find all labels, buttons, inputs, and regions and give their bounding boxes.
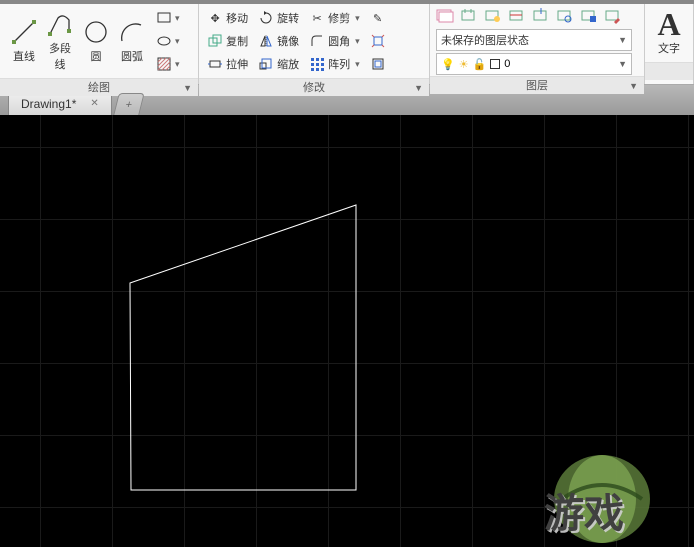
polyline-icon xyxy=(46,10,74,38)
panel-text-title[interactable] xyxy=(645,62,693,80)
layer-tool-8[interactable] xyxy=(602,6,624,26)
ellipse-icon xyxy=(156,33,172,49)
canvas-grid xyxy=(0,115,694,547)
tool-array[interactable]: 阵列▾ xyxy=(307,54,362,74)
close-icon[interactable]: ✕ xyxy=(90,98,98,109)
tool-ellipse[interactable]: ▾ xyxy=(154,31,182,51)
chevron-down-icon: ▼ xyxy=(183,79,192,97)
tool-modify-ext2[interactable] xyxy=(368,31,388,51)
stretch-icon xyxy=(207,56,223,72)
layer-properties-button[interactable] xyxy=(434,6,456,26)
pencil-icon: ✎ xyxy=(370,10,386,26)
circle-icon xyxy=(82,18,110,46)
new-tab-button[interactable]: + xyxy=(113,93,144,115)
layer-tool-7[interactable] xyxy=(578,6,600,26)
array-icon xyxy=(309,56,325,72)
plus-icon: + xyxy=(124,99,133,111)
arc-icon xyxy=(118,18,146,46)
panel-modify-title[interactable]: 修改▼ xyxy=(199,78,429,96)
panel-text: A 文字 xyxy=(645,4,694,84)
bulb-icon: 💡 xyxy=(441,58,455,71)
tool-modify-ext3[interactable] xyxy=(368,54,388,74)
copy-icon xyxy=(207,33,223,49)
layer-tool-4[interactable] xyxy=(506,6,528,26)
tool-text[interactable]: A 文字 xyxy=(651,8,687,58)
hatch-icon xyxy=(156,56,172,72)
panel-draw: 直线 多段线 圆 圆弧 ▾ ▾ ▾ 绘图▼ xyxy=(0,4,199,84)
fillet-icon xyxy=(309,33,325,49)
ribbon: 直线 多段线 圆 圆弧 ▾ ▾ ▾ 绘图▼ ✥ xyxy=(0,4,694,85)
tool-arc[interactable]: 圆弧 xyxy=(114,16,150,66)
explode-icon xyxy=(370,33,386,49)
line-icon xyxy=(10,18,38,46)
color-swatch xyxy=(490,59,500,69)
mirror-icon xyxy=(258,33,274,49)
layer-current-dropdown[interactable]: 💡 ☀ 🔓 0 ▼ xyxy=(436,53,632,75)
panel-draw-title[interactable]: 绘图▼ xyxy=(0,78,198,96)
tool-move[interactable]: ✥移动 xyxy=(205,8,250,28)
text-icon: A xyxy=(655,10,683,38)
sun-icon: ☀ xyxy=(459,58,469,71)
panel-modify: ✥移动 复制 拉伸 旋转 镜像 缩放 ✂修剪▾ 圆角▾ 阵列▾ ✎ 修改▼ xyxy=(199,4,430,84)
tool-modify-ext1[interactable]: ✎ xyxy=(368,8,388,28)
lock-icon: 🔓 xyxy=(473,58,487,71)
tool-copy[interactable]: 复制 xyxy=(205,31,250,51)
rectangle-icon xyxy=(156,10,172,26)
chevron-down-icon: ▼ xyxy=(618,59,627,69)
tool-polyline[interactable]: 多段线 xyxy=(42,8,78,74)
panel-layer: 未保存的图层状态 ▼ 💡 ☀ 🔓 0 ▼ 图层▼ xyxy=(430,4,645,84)
layer-state-dropdown[interactable]: 未保存的图层状态 ▼ xyxy=(436,29,632,51)
layer-tool-6[interactable] xyxy=(554,6,576,26)
tool-line[interactable]: 直线 xyxy=(6,16,42,66)
tool-hatch[interactable]: ▾ xyxy=(154,54,182,74)
offset-icon xyxy=(370,56,386,72)
layer-tool-row xyxy=(430,4,644,28)
chevron-down-icon: ▼ xyxy=(629,77,638,95)
tool-mirror[interactable]: 镜像 xyxy=(256,31,301,51)
tool-fillet[interactable]: 圆角▾ xyxy=(307,31,362,51)
tool-circle[interactable]: 圆 xyxy=(78,16,114,66)
layer-tool-5[interactable] xyxy=(530,6,552,26)
layer-tool-2[interactable] xyxy=(458,6,480,26)
drawing-canvas[interactable]: 游戏 游戏 xyxy=(0,115,694,547)
tool-stretch[interactable]: 拉伸 xyxy=(205,54,250,74)
trim-icon: ✂ xyxy=(309,10,325,26)
scale-icon xyxy=(258,56,274,72)
tool-rectangle[interactable]: ▾ xyxy=(154,8,182,28)
rotate-icon xyxy=(258,10,274,26)
chevron-down-icon: ▼ xyxy=(414,79,423,97)
tool-scale[interactable]: 缩放 xyxy=(256,54,301,74)
layer-tool-3[interactable] xyxy=(482,6,504,26)
chevron-down-icon: ▼ xyxy=(618,35,627,45)
panel-layer-title[interactable]: 图层▼ xyxy=(430,76,644,94)
move-icon: ✥ xyxy=(207,10,223,26)
tool-rotate[interactable]: 旋转 xyxy=(256,8,301,28)
tool-trim[interactable]: ✂修剪▾ xyxy=(307,8,362,28)
